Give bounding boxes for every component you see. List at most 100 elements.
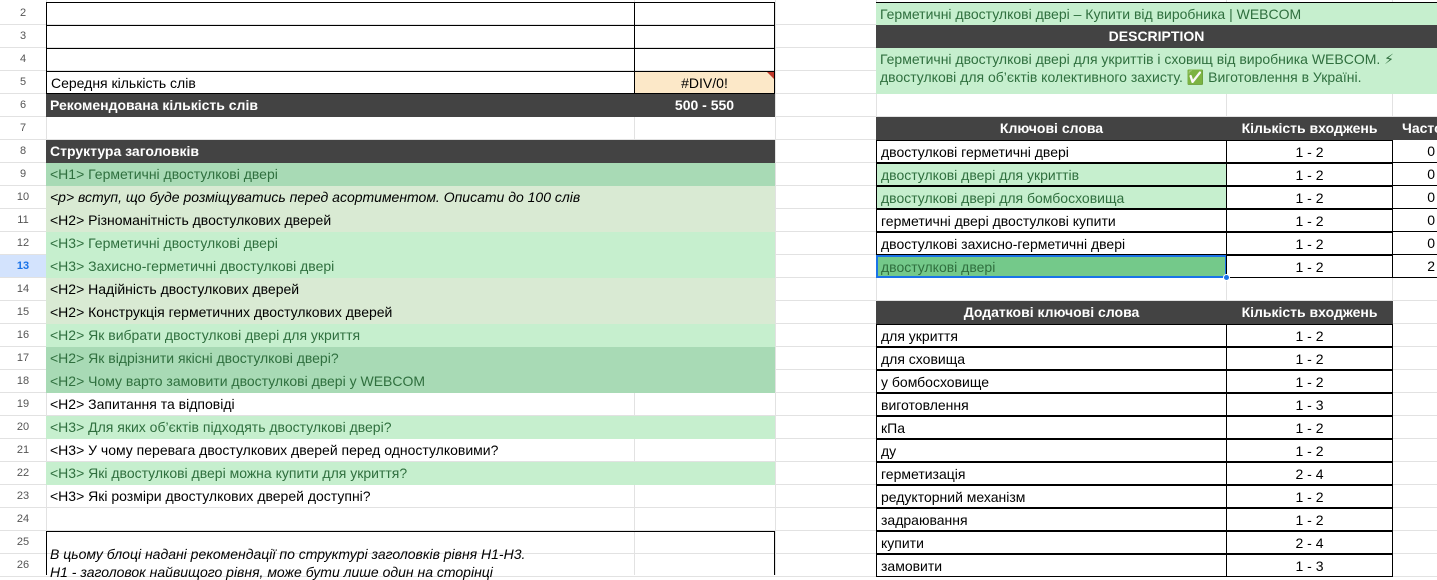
- keyword-count-cell[interactable]: 1 - 2: [1226, 140, 1393, 163]
- extra-keyword-cell[interactable]: кПа: [876, 416, 1227, 439]
- row-header[interactable]: 3: [0, 25, 46, 48]
- row-header[interactable]: 24: [0, 508, 46, 531]
- heading-item[interactable]: <H3> Для яких об’єктів підходять двостул…: [46, 416, 775, 439]
- row-header[interactable]: 21: [0, 439, 46, 462]
- heading-item[interactable]: <H2> Як відрізнити якісні двостулкові дв…: [46, 347, 775, 370]
- extra-keyword-cell[interactable]: для укриття: [876, 324, 1227, 347]
- kw-header[interactable]: Ключові слова: [876, 117, 1227, 140]
- note-line-2: Н1 - заголовок найвищого рівня, може бут…: [50, 564, 493, 580]
- heading-item[interactable]: <H3> У чому перевага двостулкових дверей…: [46, 439, 775, 462]
- keyword-cell[interactable]: двостулкові захисно-герметичні двері: [876, 232, 1227, 255]
- extra-count-cell[interactable]: 1 - 2: [1226, 439, 1393, 462]
- keyword-cell[interactable]: двостулкові герметичні двері: [876, 140, 1227, 163]
- row-header[interactable]: 6: [0, 94, 46, 117]
- keyword-freq-cell[interactable]: 0: [1392, 232, 1437, 255]
- row-header[interactable]: 23: [0, 485, 46, 508]
- note-block[interactable]: В цьому блоці надані рекомендації по стр…: [46, 531, 775, 580]
- note-line-1: В цьому блоці надані рекомендації по стр…: [50, 546, 526, 562]
- row-header[interactable]: 9: [0, 163, 46, 186]
- extra-count-cell[interactable]: 1 - 2: [1226, 485, 1393, 508]
- row-header[interactable]: 15: [0, 301, 46, 324]
- rec-words-value[interactable]: 500 - 550: [634, 94, 775, 117]
- row-header[interactable]: 2: [0, 2, 46, 25]
- keyword-freq-cell[interactable]: 0: [1392, 186, 1437, 209]
- keyword-count-cell[interactable]: 1 - 2: [1226, 255, 1393, 278]
- row-header[interactable]: 25: [0, 531, 46, 554]
- keyword-count-cell[interactable]: 1 - 2: [1226, 186, 1393, 209]
- row-header[interactable]: 20: [0, 416, 46, 439]
- heading-item[interactable]: <H1> Герметичні двостулкові двері: [46, 163, 775, 186]
- row-header[interactable]: 14: [0, 278, 46, 301]
- heading-item[interactable]: <H2> Різноманітність двостулкових дверей: [46, 209, 775, 232]
- row-header[interactable]: 11: [0, 209, 46, 232]
- extra-count-header[interactable]: Кількість входжень: [1226, 301, 1393, 324]
- row-header[interactable]: 22: [0, 462, 46, 485]
- heading-item[interactable]: <H2> Чому варто замовити двостулкові две…: [46, 370, 775, 393]
- description-value[interactable]: Герметичні двостулкові двері для укритті…: [876, 48, 1437, 94]
- extra-keyword-cell[interactable]: для сховища: [876, 347, 1227, 370]
- heading-item[interactable]: <H2> Конструкція герметичних двостулкови…: [46, 301, 775, 324]
- keyword-count-cell[interactable]: 1 - 2: [1226, 163, 1393, 186]
- extra-count-cell[interactable]: 1 - 2: [1226, 324, 1393, 347]
- row-header[interactable]: 7: [0, 117, 46, 140]
- row-header[interactable]: 13: [0, 255, 46, 278]
- keyword-cell[interactable]: двостулкові двері для бомбосховища: [876, 186, 1227, 209]
- heading-item[interactable]: <H2> Надійність двостулкових дверей: [46, 278, 775, 301]
- rec-words-label[interactable]: Рекомендована кількість слів: [46, 94, 635, 117]
- heading-item[interactable]: <p> вступ, що буде розміщуватись перед а…: [46, 186, 775, 209]
- row-header[interactable]: 8: [0, 140, 46, 163]
- heading-item[interactable]: <H2> Як вибрати двостулкові двері для ук…: [46, 324, 775, 347]
- avg-words-value[interactable]: #DIV/0!: [634, 71, 775, 94]
- extra-keyword-cell[interactable]: герметизація: [876, 462, 1227, 485]
- keyword-freq-cell[interactable]: 0: [1392, 140, 1437, 163]
- keyword-cell[interactable]: двостулкові двері для укриттів: [876, 163, 1227, 186]
- description-header[interactable]: DESCRIPTION: [876, 25, 1437, 48]
- extra-count-cell[interactable]: 1 - 2: [1226, 416, 1393, 439]
- extra-header[interactable]: Додаткові ключові слова: [876, 301, 1227, 324]
- extra-count-cell[interactable]: 1 - 2: [1226, 347, 1393, 370]
- extra-keyword-cell[interactable]: у бомбосховище: [876, 370, 1227, 393]
- extra-keyword-cell[interactable]: задраювання: [876, 508, 1227, 531]
- extra-count-cell[interactable]: 2 - 4: [1226, 531, 1393, 554]
- keyword-count-cell[interactable]: 1 - 2: [1226, 232, 1393, 255]
- row-header[interactable]: 4: [0, 48, 46, 71]
- keyword-freq-cell[interactable]: 0: [1392, 163, 1437, 186]
- extra-count-cell[interactable]: 1 - 3: [1226, 554, 1393, 577]
- row-header[interactable]: 17: [0, 347, 46, 370]
- extra-count-cell[interactable]: 1 - 2: [1226, 370, 1393, 393]
- heading-item[interactable]: <H3> Які двостулкові двері можна купити …: [46, 462, 775, 485]
- keyword-cell[interactable]: герметичні двері двостулкові купити: [876, 209, 1227, 232]
- keyword-freq-cell[interactable]: 2: [1392, 255, 1437, 278]
- row-header[interactable]: 26: [0, 554, 46, 577]
- extra-keyword-cell[interactable]: замовити: [876, 554, 1227, 577]
- structure-header[interactable]: Структура заголовків: [46, 140, 775, 163]
- extra-count-cell[interactable]: 2 - 4: [1226, 462, 1393, 485]
- row-header[interactable]: 16: [0, 324, 46, 347]
- extra-count-cell[interactable]: 1 - 2: [1226, 508, 1393, 531]
- fill-handle[interactable]: [1223, 274, 1230, 281]
- extra-count-cell[interactable]: 1 - 3: [1226, 393, 1393, 416]
- avg-words-label[interactable]: Середня кількість слів: [46, 71, 635, 94]
- row-header[interactable]: 10: [0, 186, 46, 209]
- extra-keyword-cell[interactable]: виготовлення: [876, 393, 1227, 416]
- top-empty-block[interactable]: [46, 2, 775, 72]
- description-line-1: Герметичні двостулкові двері для укритті…: [880, 51, 1394, 67]
- extra-keyword-cell[interactable]: редукторний механізм: [876, 485, 1227, 508]
- extra-keyword-cell[interactable]: купити: [876, 531, 1227, 554]
- count-header[interactable]: Кількість входжень: [1226, 117, 1393, 140]
- error-indicator-icon: [767, 72, 774, 79]
- heading-item[interactable]: <H3> Які розміри двостулкових дверей дос…: [46, 485, 775, 508]
- row-header[interactable]: 19: [0, 393, 46, 416]
- meta-title-value[interactable]: Герметичні двостулкові двері – Купити ві…: [876, 2, 1437, 25]
- row-header[interactable]: 5: [0, 71, 46, 94]
- extra-keyword-cell[interactable]: ду: [876, 439, 1227, 462]
- keyword-freq-cell[interactable]: 0: [1392, 209, 1437, 232]
- keyword-count-cell[interactable]: 1 - 2: [1226, 209, 1393, 232]
- freq-header[interactable]: Часто: [1392, 117, 1437, 140]
- row-header[interactable]: 12: [0, 232, 46, 255]
- heading-item[interactable]: <H3> Герметичні двостулкові двері: [46, 232, 775, 255]
- row-header[interactable]: 18: [0, 370, 46, 393]
- heading-item[interactable]: <H2> Запитання та відповіді: [46, 393, 775, 416]
- heading-item[interactable]: <H3> Захисно-герметичні двостулкові двер…: [46, 255, 775, 278]
- keyword-cell[interactable]: двостулкові двері: [876, 255, 1227, 278]
